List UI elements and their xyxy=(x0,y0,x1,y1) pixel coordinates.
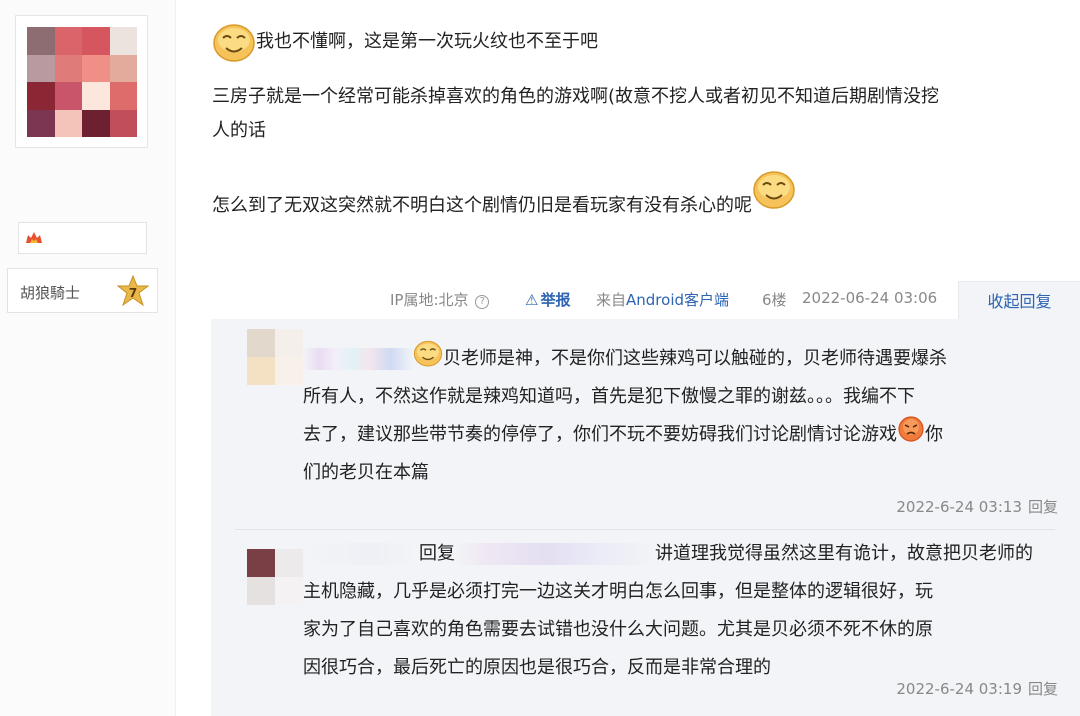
mosaic-cell xyxy=(247,577,275,605)
mosaic-cell xyxy=(54,54,82,82)
angry-emoji-icon xyxy=(897,416,925,442)
warning-icon: ⚠ xyxy=(525,291,539,309)
post-text: 怎么到了无双这突然就不明白这个剧情仍旧是看玩家有没有杀心的呢 xyxy=(212,195,752,216)
reply-avatar[interactable] xyxy=(247,549,303,605)
reply-line: 所有人，不然这作就是辣鸡知道吗，首先是犯下傲慢之罪的谢兹。。。我编不下 xyxy=(303,386,915,407)
client-link[interactable]: Android客户端 xyxy=(626,291,729,309)
reply-prefix: 回复 xyxy=(419,543,455,564)
reply-time: 2022-6-24 03:13 xyxy=(896,498,1022,516)
reply-text: 去了，建议那些带节奏的停停了，你们不玩不要妨碍我们讨论剧情讨论游戏 xyxy=(303,424,897,445)
mosaic-cell xyxy=(109,82,137,110)
mosaic-cell xyxy=(275,357,303,385)
mosaic-cell xyxy=(82,109,110,137)
help-icon[interactable]: ? xyxy=(475,295,490,309)
client-prefix: 来自 xyxy=(596,291,627,309)
mosaic-cell xyxy=(27,109,55,137)
mosaic-cell xyxy=(54,82,82,110)
collapse-replies-button[interactable]: 收起回复 xyxy=(958,281,1080,321)
mosaic-cell xyxy=(109,27,137,55)
mosaic-cell xyxy=(247,357,275,385)
author-avatar[interactable] xyxy=(15,15,148,148)
mosaic-cell xyxy=(82,54,110,82)
mosaic-cell xyxy=(27,82,55,110)
ip-label: IP属地:北京 xyxy=(390,291,469,309)
mosaic-cell xyxy=(275,329,303,357)
report-label: 举报 xyxy=(540,291,571,309)
author-sidebar: 胡狼騎士 7 xyxy=(0,0,176,716)
mosaic-cell xyxy=(82,82,110,110)
mosaic-cell xyxy=(82,27,110,55)
smile-emoji-icon xyxy=(212,22,256,62)
reply-line: 家为了自己喜欢的角色需要去试错也没什么大问题。尤其是贝必须不死不休的原 xyxy=(303,619,933,640)
post-line-1: 我也不懂啊，这是第一次玩火纹也不至于吧 xyxy=(212,22,598,62)
reply-content: 回复 讲道理我觉得虽然这里有诡计，故意把贝老师的 主机隐藏，几乎是必须打完一边这关… xyxy=(303,535,1060,687)
reply-line: 们的老贝在本篇 xyxy=(303,462,429,483)
author-badge[interactable] xyxy=(18,222,147,254)
reply-line: 主机隐藏，几乎是必须打完一边这关才明白怎么回事，但是整体的逻辑很好，玩 xyxy=(303,581,933,602)
reply-button[interactable]: 回复 xyxy=(1028,498,1058,516)
mosaic-cell xyxy=(27,54,55,82)
mosaic-cell xyxy=(275,577,303,605)
reply-panel: 贝老师是神，不是你们这些辣鸡可以触碰的，贝老师待遇要爆杀 所有人，不然这作就是辣… xyxy=(211,319,1080,716)
post-text: 我也不懂啊，这是第一次玩火纹也不至于吧 xyxy=(256,31,598,52)
reply-username[interactable] xyxy=(303,348,413,370)
reply-line: 贝老师是神，不是你们这些辣鸡可以触碰的，贝老师待遇要爆杀 xyxy=(303,339,1060,378)
reply-target-username[interactable] xyxy=(455,543,655,565)
mosaic-cell xyxy=(109,54,137,82)
reply-divider xyxy=(235,529,1055,530)
reply-content: 贝老师是神，不是你们这些辣鸡可以触碰的，贝老师待遇要爆杀 所有人，不然这作就是辣… xyxy=(303,339,1060,492)
mosaic-cell xyxy=(247,549,275,577)
mosaic-cell xyxy=(27,27,55,55)
reply-meta: 2022-6-24 03:13 回复 xyxy=(896,496,1058,517)
post-timestamp: 2022-06-24 03:06 xyxy=(802,289,938,307)
post-line-2: 三房子就是一个经常可能杀掉喜欢的角色的游戏啊(故意不挖人或者初见不知道后期剧情没… xyxy=(212,86,940,107)
reply-button[interactable]: 回复 xyxy=(1028,680,1058,698)
mosaic-cell xyxy=(54,27,82,55)
reply-text: 讲道理我觉得虽然这里有诡计，故意把贝老师的 xyxy=(655,543,1033,564)
reply-text: 你 xyxy=(925,424,943,445)
report-link[interactable]: ⚠ 举报 xyxy=(525,289,570,310)
reply-line: 回复 讲道理我觉得虽然这里有诡计，故意把贝老师的 xyxy=(303,535,1060,573)
fire-badge-icon xyxy=(26,232,42,243)
reply-meta: 2022-6-24 03:19 回复 xyxy=(896,678,1058,699)
ip-location: IP属地:北京 ? xyxy=(390,289,490,310)
reply-avatar[interactable] xyxy=(247,329,303,385)
mosaic-cell xyxy=(54,109,82,137)
post-line-4: 怎么到了无双这突然就不明白这个剧情仍旧是看玩家有没有杀心的呢 xyxy=(212,169,796,224)
post-line-3: 人的话 xyxy=(212,120,266,141)
reply-username[interactable] xyxy=(303,543,419,565)
reply-text: 贝老师是神，不是你们这些辣鸡可以触碰的，贝老师待遇要爆杀 xyxy=(443,348,947,369)
smile-emoji-icon xyxy=(752,169,796,209)
mosaic-cell xyxy=(109,109,137,137)
mosaic-cell xyxy=(247,329,275,357)
smile-emoji-icon xyxy=(413,339,443,367)
client-source: 来自Android客户端 xyxy=(596,289,729,310)
reply-line: 去了，建议那些带节奏的停停了，你们不玩不要妨碍我们讨论剧情讨论游戏 你 xyxy=(303,416,1060,454)
avatar-mosaic xyxy=(27,27,137,137)
mosaic-cell xyxy=(275,549,303,577)
reply-time: 2022-6-24 03:19 xyxy=(896,680,1022,698)
post-footer: IP属地:北京 ? ⚠ 举报 来自Android客户端 6楼 2022-06-24… xyxy=(0,281,1080,321)
floor-number: 6楼 xyxy=(762,291,787,309)
